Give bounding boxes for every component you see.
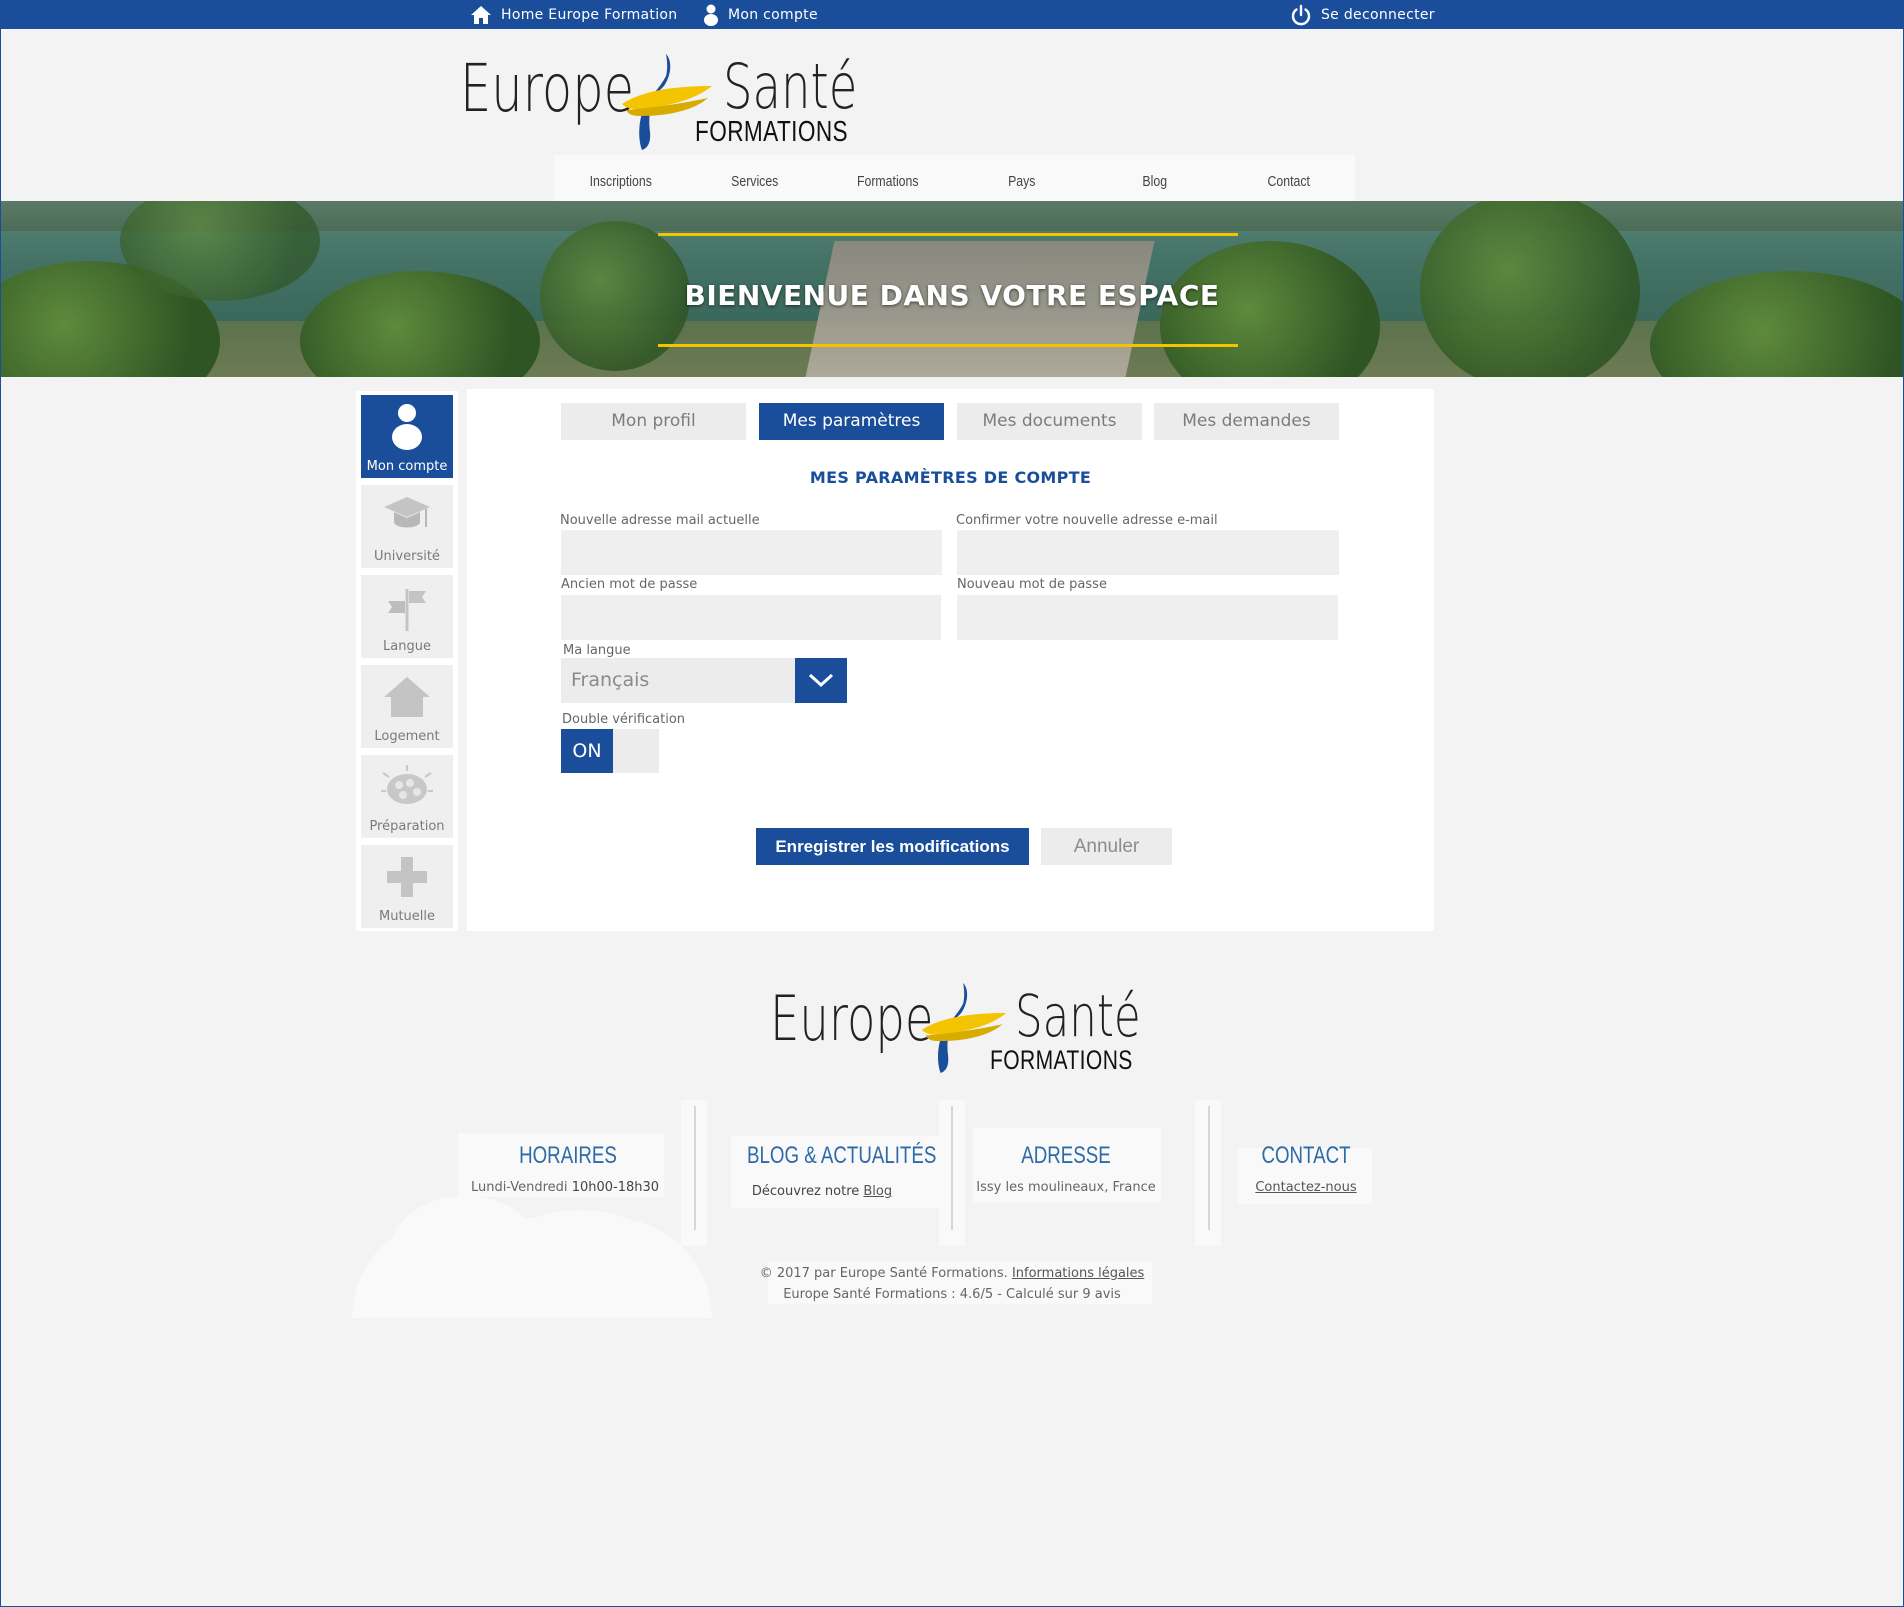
old-password-label: Ancien mot de passe	[561, 577, 698, 592]
footer-rating: Europe Santé Formations : 4.6/5 - Calcul…	[783, 1287, 1121, 1302]
footer-contact-link[interactable]: Contactez-nous	[1255, 1180, 1356, 1195]
logo-word-formations: FORMATIONS	[990, 1045, 1133, 1075]
tab-mes-demandes[interactable]: Mes demandes	[1154, 403, 1339, 440]
footer-hours-days: Lundi-Vendredi	[470, 1180, 568, 1195]
sidebar-item-langue[interactable]: Langue	[361, 575, 453, 658]
banner-line-top	[658, 233, 1238, 236]
graduation-cap-icon	[384, 497, 430, 528]
footer-blog-text: Découvrez notre Blog	[722, 1184, 922, 1199]
power-icon	[1291, 4, 1311, 25]
signpost-icon	[388, 589, 426, 631]
new-password-field[interactable]	[957, 595, 1338, 640]
cancel-button[interactable]: Annuler	[1041, 828, 1172, 865]
sidebar-item-label: Préparation	[369, 819, 445, 834]
header-logo[interactable]: Europe Santé FORMATIONS	[460, 48, 857, 153]
footer-cloud-decoration	[500, 1210, 660, 1300]
home-link[interactable]: Home Europe Formation	[470, 3, 677, 26]
sidebar-item-label: Mon compte	[366, 459, 448, 474]
nav-item-formations[interactable]: Formations	[833, 155, 942, 201]
nav-item-contact[interactable]: Contact	[1234, 155, 1343, 201]
logo-word-sante: Santé	[723, 50, 858, 123]
sidebar-item-label: Langue	[383, 639, 431, 654]
sidebar-item-preparation[interactable]: Préparation	[361, 755, 453, 838]
sidebar-item-logement[interactable]: Logement	[361, 665, 453, 748]
footer-blog-intro: Découvrez notre	[751, 1184, 860, 1199]
account-link[interactable]: Mon compte	[703, 3, 818, 26]
dropdown-button[interactable]	[795, 658, 847, 703]
nav-item-inscriptions[interactable]: Inscriptions	[566, 155, 675, 201]
tab-mes-parametres[interactable]: Mes paramètres	[759, 403, 944, 440]
footer-hours-text: Lundi-Vendredi 10h00-18h30	[460, 1180, 670, 1195]
new-email-label: Nouvelle adresse mail actuelle	[560, 513, 760, 528]
logo-word-europe: Europe	[460, 50, 635, 127]
house-icon	[384, 677, 430, 717]
footer-blog-link[interactable]: Blog	[863, 1184, 892, 1199]
tab-mon-profil[interactable]: Mon profil	[561, 403, 746, 440]
language-select[interactable]: Français	[561, 658, 847, 703]
settings-panel: Mon profil Mes paramètres Mes documents …	[467, 389, 1434, 931]
footer-divider	[694, 1106, 696, 1230]
double-verification-label: Double vérification	[562, 712, 686, 727]
toggle-on-state: ON	[561, 729, 613, 773]
sidebar-item-mutuelle[interactable]: Mutuelle	[361, 845, 453, 928]
logo-word-europe: Europe	[770, 982, 934, 1055]
logo-word-sante: Santé	[1015, 982, 1141, 1050]
footer-address-title: ADRESSE	[1021, 1142, 1111, 1169]
hero-banner: BIENVENUE DANS VOTRE ESPACE	[0, 201, 1904, 377]
footer-hours-time: 10h00-18h30	[571, 1180, 660, 1195]
brain-icon	[381, 765, 433, 804]
home-link-label: Home Europe Formation	[501, 6, 678, 23]
language-label: Ma langue	[563, 643, 631, 658]
banner-line-bottom	[658, 344, 1238, 347]
sidebar-item-mon-compte[interactable]: Mon compte	[361, 395, 453, 478]
footer-copyright-line: © 2017 par Europe Santé Formations. Info…	[660, 1266, 1244, 1281]
double-verification-toggle[interactable]: ON	[561, 729, 659, 773]
sidebar-item-label: Logement	[374, 729, 440, 744]
nav-item-services[interactable]: Services	[700, 155, 809, 201]
new-password-label: Nouveau mot de passe	[957, 577, 1107, 592]
tab-mes-documents[interactable]: Mes documents	[957, 403, 1142, 440]
user-icon	[392, 404, 422, 450]
footer-contact-text: Contactez-nous	[1206, 1180, 1406, 1195]
footer-blog-title: BLOG & ACTUALITÉS	[747, 1142, 937, 1169]
language-select-value: Français	[571, 669, 650, 691]
footer-legal-link[interactable]: Informations légales	[1012, 1266, 1144, 1281]
nav-item-blog[interactable]: Blog	[1100, 155, 1209, 201]
plus-cross-icon	[387, 857, 427, 897]
nav-item-pays[interactable]: Pays	[967, 155, 1076, 201]
sidebar-item-label: Université	[374, 549, 440, 564]
main-nav: Inscriptions Services Formations Pays Bl…	[554, 155, 1355, 201]
logo-word-formations: FORMATIONS	[695, 116, 849, 148]
confirm-email-label: Confirmer votre nouvelle adresse e-mail	[956, 513, 1218, 528]
top-bar: Home Europe Formation Mon compte Se deco…	[0, 0, 1904, 29]
chevron-down-icon	[808, 673, 834, 688]
confirm-email-field[interactable]	[957, 530, 1339, 575]
footer-divider	[1208, 1106, 1210, 1230]
sidebar-item-label: Mutuelle	[378, 909, 435, 924]
home-icon	[471, 5, 491, 24]
footer-hours-title: HORAIRES	[519, 1142, 617, 1169]
footer-contact-title: CONTACT	[1261, 1142, 1351, 1169]
logout-link[interactable]: Se deconnecter	[1290, 3, 1435, 26]
account-link-label: Mon compte	[728, 6, 818, 23]
footer-address-text: Issy les moulineaux, France	[976, 1180, 1156, 1195]
save-button[interactable]: Enregistrer les modifications	[756, 828, 1029, 865]
new-email-field[interactable]	[561, 530, 942, 575]
sidebar-item-universite[interactable]: Université	[361, 485, 453, 568]
user-icon	[704, 4, 718, 26]
account-sidebar: Mon compte Université Langue Logement Pr…	[356, 391, 458, 931]
old-password-field[interactable]	[561, 595, 941, 640]
banner-title: BIENVENUE DANS VOTRE ESPACE	[684, 279, 1220, 312]
footer-copyright: © 2017 par Europe Santé Formations.	[759, 1266, 1008, 1281]
section-title: MES PARAMÈTRES DE COMPTE	[809, 468, 1092, 487]
footer-divider	[951, 1106, 953, 1230]
footer-logo[interactable]: Europe Santé FORMATIONS	[770, 978, 1141, 1078]
logout-link-label: Se deconnecter	[1321, 6, 1435, 23]
